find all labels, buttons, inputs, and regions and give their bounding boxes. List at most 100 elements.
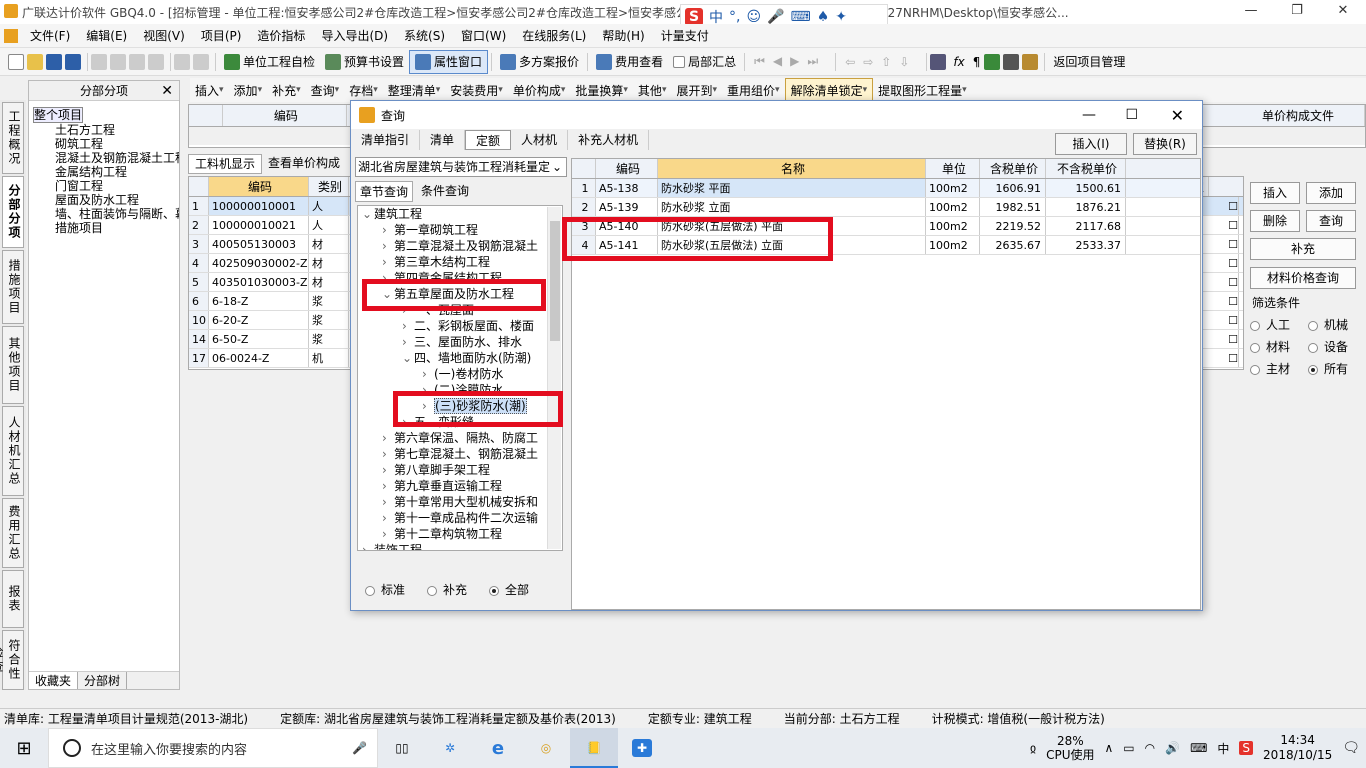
- mic-icon[interactable]: 🎤: [767, 9, 784, 25]
- self-check-button[interactable]: 单位工程自检: [219, 50, 320, 74]
- tab-left-4[interactable]: 人材机汇总: [2, 406, 24, 496]
- saveall-icon[interactable]: [65, 53, 81, 70]
- chevron-right-icon[interactable]: ›: [382, 478, 394, 494]
- library-select[interactable]: 湖北省房屋建筑与装饰工程消耗量定 ⌄: [355, 157, 567, 177]
- tree-item[interactable]: 土石方工程: [33, 123, 177, 137]
- quota-row[interactable]: 2 A5-139 防水砂浆 立面 100m2 1982.51 1876.21: [572, 198, 1200, 217]
- toolbar2-button-13[interactable]: 提取图形工程量 ▾: [873, 78, 972, 102]
- filter-option[interactable]: 机械: [1308, 316, 1366, 338]
- tree-item[interactable]: 金属结构工程: [33, 165, 177, 179]
- battery-icon[interactable]: ▭: [1123, 741, 1134, 755]
- partial-summary-button[interactable]: 局部汇总: [668, 50, 741, 74]
- chapter-tree-item[interactable]: › 第六章保温、隔热、防腐工: [358, 430, 562, 446]
- tree-item[interactable]: 墙、柱面装饰与隔断、幕: [33, 207, 179, 221]
- chapter-tree-item[interactable]: › 装饰工程: [358, 542, 562, 550]
- tree-item[interactable]: 砌筑工程: [33, 137, 177, 151]
- chapter-tree-item[interactable]: › 三、屋面防水、排水: [358, 334, 562, 350]
- property-window-button[interactable]: 属性窗口: [409, 49, 489, 74]
- open-icon[interactable]: [27, 53, 43, 70]
- tab-left-7[interactable]: 符合性检查: [0, 630, 24, 690]
- tab-resource-display[interactable]: 工料机显示: [188, 154, 263, 174]
- nav-arrows[interactable]: ⏮◀▶⏭: [748, 54, 832, 69]
- tree-item[interactable]: 措施项目: [33, 221, 177, 235]
- toolbar2-button-9[interactable]: 其他 ▾: [633, 78, 672, 102]
- dialog-close-icon[interactable]: ✕: [1171, 106, 1184, 125]
- chevron-right-icon[interactable]: ›: [382, 430, 394, 446]
- chevron-right-icon[interactable]: ›: [382, 462, 394, 478]
- chevron-right-icon[interactable]: ›: [402, 318, 414, 334]
- budget-settings-button[interactable]: 预算书设置: [320, 50, 409, 74]
- chapter-tree-item[interactable]: › 第九章垂直运输工程: [358, 478, 562, 494]
- keyboard-icon[interactable]: ⌨: [1190, 741, 1207, 755]
- toolbar2-button-7[interactable]: 单价构成 ▾: [508, 78, 571, 102]
- chevron-right-icon[interactable]: ›: [382, 222, 394, 238]
- toolbar2-button-5[interactable]: 整理清单 ▾: [383, 78, 446, 102]
- material-price-query-button[interactable]: 材料价格查询: [1250, 267, 1356, 289]
- chevron-right-icon[interactable]: ›: [422, 366, 434, 382]
- chapter-tree-item[interactable]: › 第七章混凝土、钢筋混凝土: [358, 446, 562, 462]
- ie-icon[interactable]: e: [474, 738, 522, 759]
- chevron-right-icon[interactable]: ›: [382, 526, 394, 542]
- dialog-tab-2[interactable]: 定额: [465, 130, 512, 150]
- task-view-icon[interactable]: ▯▯: [378, 741, 426, 755]
- chevron-right-icon[interactable]: ›: [382, 238, 394, 254]
- move-arrows[interactable]: ⇦⇨⇧⇩: [839, 55, 923, 69]
- new-icon[interactable]: [8, 53, 24, 70]
- chapter-tree-item[interactable]: › 第十章常用大型机械安拆和: [358, 494, 562, 510]
- dialog-minimize-icon[interactable]: —: [1082, 107, 1096, 123]
- toolbar2-button-3[interactable]: 查询 ▾: [306, 78, 345, 102]
- chevron-down-icon[interactable]: ⌄: [402, 350, 414, 366]
- notification-icon[interactable]: 🗨: [1342, 740, 1360, 756]
- volume-icon[interactable]: 🔊: [1165, 741, 1180, 755]
- add-button[interactable]: 添加: [1306, 182, 1356, 204]
- chapter-tree-item[interactable]: › (一)卷材防水: [358, 366, 562, 382]
- menu-item-1[interactable]: 编辑(E): [78, 27, 135, 44]
- lock-icon[interactable]: [1022, 53, 1039, 70]
- menu-item-10[interactable]: 计量支付: [653, 27, 717, 44]
- dialog-tab-1[interactable]: 清单: [420, 130, 466, 150]
- restore-icon[interactable]: ❐: [1274, 0, 1320, 24]
- app-menu-icon[interactable]: [4, 28, 18, 43]
- source-radio[interactable]: 补充: [427, 581, 467, 598]
- tab-left-6[interactable]: 报表: [2, 570, 24, 628]
- fee-view-button[interactable]: 费用查看: [591, 50, 668, 74]
- quota-row[interactable]: 1 A5-138 防水砂浆 平面 100m2 1606.91 1500.61: [572, 179, 1200, 198]
- dialog-tab-0[interactable]: 清单指引: [351, 130, 421, 150]
- menu-item-2[interactable]: 视图(V): [135, 27, 193, 44]
- tab-condition-query[interactable]: 条件查询: [417, 181, 473, 202]
- insert-button[interactable]: 插入: [1250, 182, 1300, 204]
- toolbar2-button-12[interactable]: 解除清单锁定 ▾: [784, 78, 874, 102]
- chapter-tree-item[interactable]: › 第一章砌筑工程: [358, 222, 562, 238]
- tree-tab[interactable]: 分部树: [78, 672, 128, 689]
- menu-item-0[interactable]: 文件(F): [22, 27, 78, 44]
- tab-left-2[interactable]: 措施项目: [2, 250, 24, 324]
- gbq-app-icon[interactable]: 📒: [570, 728, 618, 768]
- replace-button[interactable]: 替换(R): [1133, 133, 1197, 155]
- emoji-icon[interactable]: ☺: [746, 9, 761, 25]
- chapter-tree-item[interactable]: › 第二章混凝土及钢筋混凝土: [358, 238, 562, 254]
- toolbar2-button-6[interactable]: 安装费用 ▾: [445, 78, 508, 102]
- multi-plan-button[interactable]: 多方案报价: [495, 50, 584, 74]
- cut-icon[interactable]: [91, 53, 107, 70]
- tree-v-scrollbar[interactable]: [547, 207, 561, 549]
- toolbar2-button-10[interactable]: 展开到 ▾: [671, 78, 722, 102]
- chapter-tree-item[interactable]: › 第十一章成品构件二次运输: [358, 510, 562, 526]
- tools-icon[interactable]: ✦: [835, 9, 847, 25]
- tab-unit-price-composition[interactable]: 查看单价构成: [262, 154, 346, 174]
- delete-icon[interactable]: [148, 53, 164, 70]
- dialog-tab-4[interactable]: 补充人材机: [568, 130, 650, 150]
- tray-up-icon[interactable]: ∧: [1105, 741, 1114, 755]
- chevron-right-icon[interactable]: ›: [382, 494, 394, 510]
- pinwheel-icon[interactable]: ✲: [426, 741, 474, 755]
- insert-button[interactable]: 插入(I): [1055, 133, 1127, 155]
- formula-icon[interactable]: fx: [949, 55, 968, 69]
- dialog-maximize-icon[interactable]: ☐: [1125, 107, 1138, 123]
- filter-option[interactable]: 设备: [1308, 338, 1366, 360]
- chapter-tree-item[interactable]: ⌄ 四、墙地面防水(防潮): [358, 350, 562, 366]
- chevron-right-icon[interactable]: ›: [362, 542, 374, 550]
- toolbar2-button-2[interactable]: 补充 ▾: [267, 78, 306, 102]
- tree-item[interactable]: 门窗工程: [33, 179, 177, 193]
- tab-left-1[interactable]: 分部分项: [2, 176, 24, 248]
- cube-icon[interactable]: [984, 53, 1001, 70]
- chevron-right-icon[interactable]: ›: [382, 254, 394, 270]
